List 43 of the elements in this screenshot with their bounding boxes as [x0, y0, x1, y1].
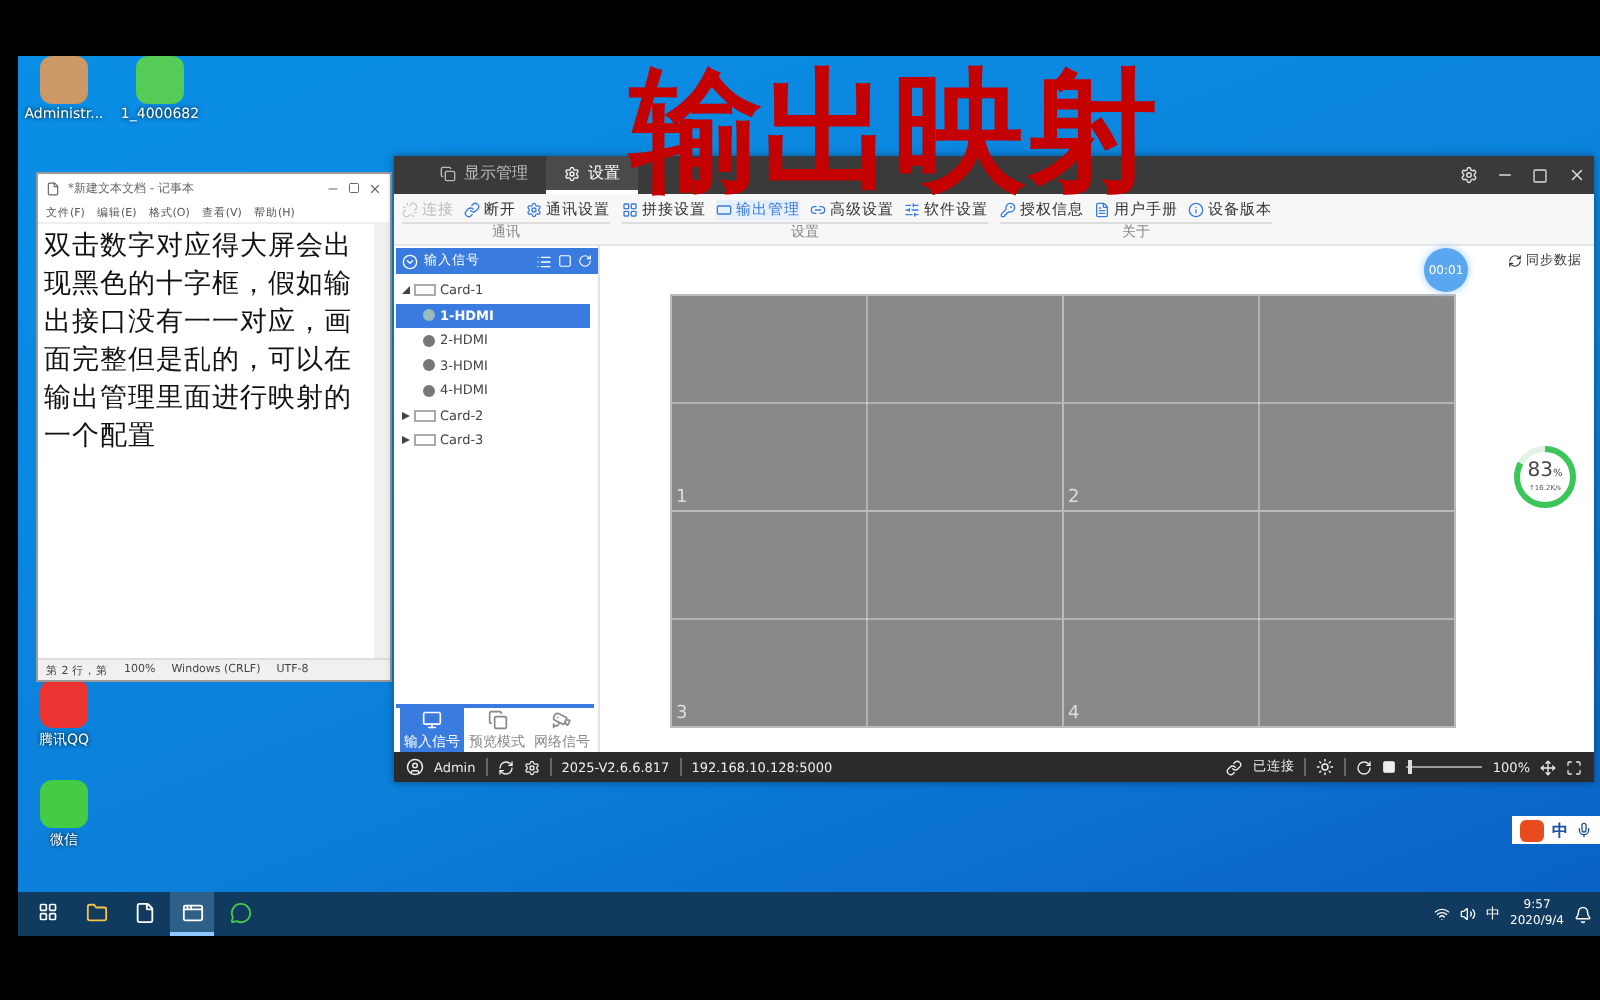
refresh-icon[interactable]	[1356, 759, 1373, 775]
chat-icon[interactable]	[229, 901, 251, 923]
notification-icon[interactable]	[1574, 905, 1592, 923]
unlink-icon	[402, 202, 418, 218]
collapse-icon[interactable]	[402, 253, 418, 269]
refresh-icon	[1508, 254, 1522, 268]
microphone-icon[interactable]	[1576, 822, 1592, 838]
network-icon[interactable]	[1434, 906, 1451, 922]
maximize-icon[interactable]	[348, 182, 360, 194]
card-icon	[414, 409, 436, 422]
move-icon[interactable]	[1540, 759, 1556, 775]
ime-mode[interactable]: 中	[1552, 819, 1568, 841]
close-icon[interactable]	[368, 181, 382, 195]
document-icon[interactable]	[133, 901, 155, 923]
tab[interactable]: 显示管理	[422, 156, 546, 194]
grid-icon	[622, 202, 638, 218]
card-icon	[414, 284, 436, 297]
slider-thumb[interactable]	[1408, 760, 1413, 774]
monitor-icon	[421, 709, 442, 729]
copy-icon	[440, 165, 456, 181]
brightness-icon[interactable]	[1316, 758, 1335, 776]
ime-logo[interactable]	[1520, 819, 1544, 841]
volume-icon[interactable]	[1460, 906, 1477, 922]
square-icon[interactable]	[558, 254, 572, 268]
card-icon	[414, 434, 436, 447]
refresh-icon[interactable]	[497, 759, 514, 775]
link-icon	[1226, 759, 1243, 775]
stop-icon[interactable]	[1382, 760, 1397, 774]
user-icon	[406, 758, 424, 776]
link-icon	[464, 202, 480, 218]
info-icon	[1188, 202, 1204, 218]
settings-icon[interactable]	[1459, 166, 1477, 184]
gear-icon	[526, 202, 542, 218]
start-icon[interactable]	[38, 902, 58, 922]
copy-icon	[487, 709, 507, 729]
folder-icon[interactable]	[85, 901, 107, 923]
app-icon[interactable]	[181, 901, 203, 923]
settings-icon[interactable]	[523, 759, 540, 775]
camera-icon	[552, 709, 573, 729]
fullscreen-icon[interactable]	[1566, 759, 1582, 775]
settings-icon	[564, 165, 580, 181]
list-icon[interactable]	[536, 253, 552, 269]
document-icon	[46, 181, 60, 195]
